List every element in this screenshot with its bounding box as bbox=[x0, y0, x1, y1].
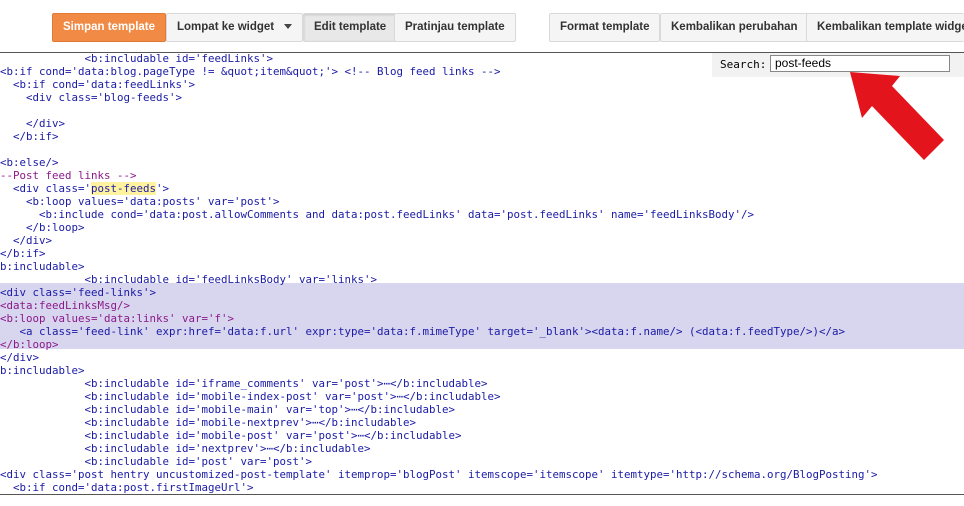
code-line: </b:if> bbox=[0, 130, 59, 143]
code-line-search-match: <div class='post-feeds'> bbox=[0, 182, 169, 195]
code-line: b:includable> bbox=[0, 260, 85, 273]
code-line: <b:includable id='iframe_comments' var='… bbox=[0, 377, 488, 390]
code-line: <data:feedLinksMsg/> bbox=[0, 299, 131, 312]
chevron-down-icon bbox=[284, 24, 293, 30]
code-line: <div class='feed-links'> bbox=[0, 286, 157, 299]
code-line: <b:if cond='data:post.firstImageUrl'> bbox=[0, 481, 254, 494]
code-line: </b:if> bbox=[0, 247, 46, 260]
code-line: <b:includable id='mobile-main' var='top'… bbox=[0, 403, 456, 416]
code-line: <b:includable id='feedLinks'> bbox=[0, 52, 274, 65]
code-line: --Post feed links --> bbox=[0, 169, 137, 182]
search-label: Search: bbox=[720, 58, 767, 71]
preview-template-button[interactable]: Pratinjau template bbox=[394, 13, 516, 42]
jump-to-widget-dropdown[interactable]: Lompat ke widget bbox=[166, 13, 304, 42]
code-line: </b:loop> bbox=[0, 338, 59, 351]
edit-template-button[interactable]: Edit template bbox=[303, 13, 398, 42]
code-line: <div class='blog-feeds'> bbox=[0, 91, 183, 104]
revert-changes-button[interactable]: Kembalikan perubahan bbox=[660, 13, 809, 42]
code-line: <b:loop values='data:links' var='f'> bbox=[0, 312, 235, 325]
revert-widget-template-button[interactable]: Kembalikan template widget bbox=[806, 13, 964, 42]
code-line: <b:includable id='feedLinksBody' var='li… bbox=[0, 273, 378, 286]
jump-to-widget-label: Lompat ke widget bbox=[177, 21, 275, 33]
code-line: <b:includable id='mobile-post' var='post… bbox=[0, 429, 462, 442]
code-line: <div class='post hentry uncustomized-pos… bbox=[0, 468, 878, 481]
code-line: <a class='feed-link' expr:href='data:f.u… bbox=[0, 325, 846, 338]
code-line: <b:else/> bbox=[0, 156, 59, 169]
code-line: </div> bbox=[0, 351, 40, 364]
code-line: </b:loop> bbox=[0, 221, 85, 234]
code-line: <b:includable id='nextprev'>⋯</b:includa… bbox=[0, 442, 371, 455]
code-line: <b:loop values='data:posts' var='post'> bbox=[0, 195, 280, 208]
code-line: <b:includable id='mobile-nextprev'>⋯</b:… bbox=[0, 416, 417, 429]
search-match-highlight: post-feeds bbox=[91, 182, 157, 195]
code-text: '> bbox=[156, 182, 170, 195]
template-toolbar: Simpan template Lompat ke widget Edit te… bbox=[0, 0, 964, 52]
code-line: <b:includable id='post' var='post'> bbox=[0, 455, 313, 468]
save-template-button[interactable]: Simpan template bbox=[52, 13, 167, 42]
code-line: b:includable> bbox=[0, 364, 85, 377]
template-code-editor[interactable]: <b:includable id='feedLinks'> <b:if cond… bbox=[0, 52, 964, 495]
code-text: <div class=' bbox=[0, 182, 92, 195]
red-arrow-annotation bbox=[850, 72, 944, 160]
format-template-button[interactable]: Format template bbox=[549, 13, 661, 42]
code-line: <b:includable id='mobile-index-post' var… bbox=[0, 390, 501, 403]
code-line: <b:if cond='data:feedLinks'> bbox=[0, 78, 196, 91]
code-line: </div> bbox=[0, 234, 53, 247]
code-line: </div> bbox=[0, 117, 66, 130]
code-line: <b:include cond='data:post.allowComments… bbox=[0, 208, 755, 221]
code-line: <b:if cond='data:blog.pageType != &quot;… bbox=[0, 65, 501, 78]
